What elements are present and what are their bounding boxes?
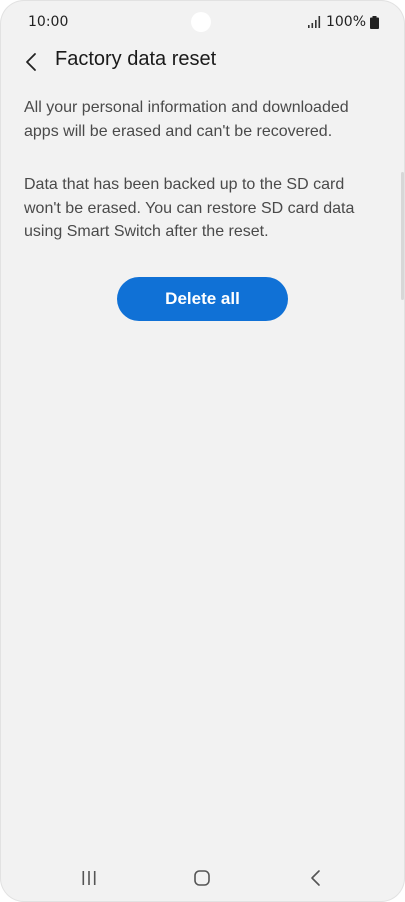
home-icon	[194, 870, 210, 886]
app-header: Factory data reset	[0, 46, 405, 78]
recents-icon	[82, 871, 96, 885]
status-bar: 10:00 100%	[0, 0, 405, 46]
phone-screen: 10:00 100% Factory data reset All your p…	[0, 0, 405, 902]
scrollbar[interactable]	[401, 172, 404, 300]
battery-percent: 100%	[325, 14, 366, 30]
battery-icon	[370, 15, 379, 29]
sd-card-info-text: Data that has been backed up to the SD c…	[24, 176, 355, 240]
recents-button[interactable]	[69, 866, 109, 890]
navigation-bar	[0, 852, 405, 902]
signal-icon	[307, 16, 321, 28]
delete-all-button[interactable]: Delete all	[117, 277, 288, 321]
chevron-left-icon[interactable]	[22, 50, 42, 74]
camera-cutout	[191, 12, 211, 32]
back-icon	[311, 870, 320, 886]
status-indicators: 100%	[307, 14, 379, 30]
status-time: 10:00	[28, 14, 69, 30]
page-title: Factory data reset	[55, 48, 217, 70]
home-button[interactable]	[182, 866, 222, 890]
erase-warning-text: All your personal information and downlo…	[24, 99, 349, 140]
back-button[interactable]	[296, 866, 336, 890]
